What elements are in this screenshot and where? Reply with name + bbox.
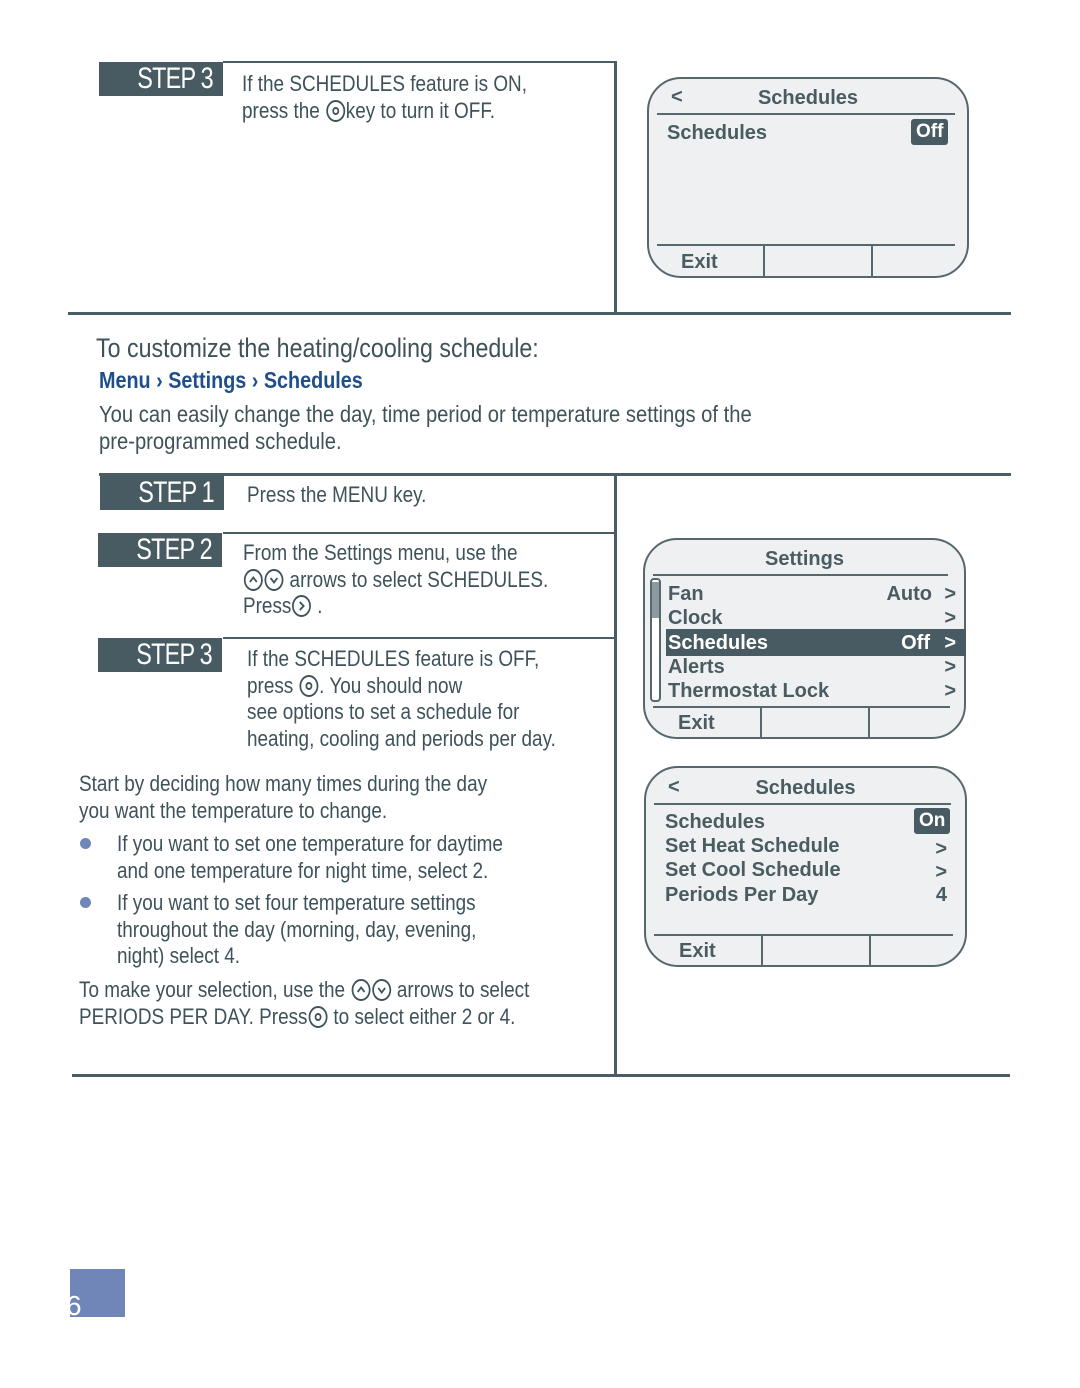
page-number: 6	[66, 1290, 82, 1321]
schedules-row[interactable]: Schedules	[665, 810, 765, 834]
schedules-off-badge[interactable]: Off	[911, 119, 949, 145]
fan-value: Auto	[886, 583, 932, 605]
chevron-right-icon: >	[944, 656, 956, 678]
schedules-row-label[interactable]: Schedules	[667, 121, 767, 145]
up-arrow-key-icon	[243, 568, 263, 591]
down-arrow-key-icon	[264, 568, 284, 591]
bullet-icon	[80, 838, 91, 849]
chevron-right-icon: >	[935, 861, 947, 883]
periods-per-day-value: 4	[935, 884, 947, 906]
softkey-separator	[869, 935, 871, 966]
settings-row-clock[interactable]: Clock	[668, 606, 722, 630]
step-3-text: If the SCHEDULES feature is OFF, press .…	[247, 646, 556, 751]
set-heat-schedule-row[interactable]: Set Heat Schedule	[665, 834, 840, 858]
select-key-icon	[308, 1005, 328, 1028]
softkey-exit[interactable]: Exit	[678, 711, 715, 735]
select-key-icon	[325, 99, 345, 122]
top-step3-text: If the SCHEDULES feature is ON, press th…	[242, 71, 527, 123]
down-arrow-key-icon	[371, 979, 391, 1001]
section-heading: To customize the heating/cooling schedul…	[96, 333, 539, 363]
softkey-exit[interactable]: Exit	[679, 939, 716, 963]
step-1-text: Press the MENU key.	[247, 482, 427, 507]
chevron-right-icon: >	[944, 607, 956, 629]
schedules-on-badge[interactable]: On	[914, 808, 951, 834]
softkey-divider	[657, 244, 955, 246]
softkey-separator	[761, 935, 763, 966]
screen-title: Schedules	[757, 87, 859, 109]
screen-divider	[657, 113, 955, 115]
bullet-1-text: If you want to set one temperature for d…	[117, 831, 503, 883]
step-3-badge-top: STEP 3	[99, 62, 223, 96]
breadcrumb-separator: ›	[251, 367, 259, 393]
step-1-badge: STEP 1	[100, 476, 224, 510]
screen-title: Schedules	[755, 777, 856, 799]
step-2-rule	[223, 532, 615, 534]
body-para-2: To make your selection, use the arrows t…	[79, 977, 530, 1029]
screen-title: Settings	[765, 548, 844, 570]
softkey-divider	[654, 934, 953, 936]
section-bottom-rule	[72, 1074, 1010, 1077]
softkey-separator	[763, 245, 765, 277]
step-2-badge: STEP 2	[98, 533, 222, 567]
select-key-icon	[299, 674, 319, 697]
step-2-text: From the Settings menu, use the arrows t…	[243, 540, 549, 618]
section-intro: You can easily change the day, time peri…	[99, 401, 752, 454]
chevron-right-icon: >	[944, 680, 956, 702]
settings-screen: Settings Fan Auto > Clock > Schedules Of…	[643, 538, 966, 739]
schedules-on-screen: < Schedules Schedules On Set Heat Schedu…	[644, 766, 967, 967]
periods-per-day-row[interactable]: Periods Per Day	[665, 883, 818, 907]
right-arrow-key-icon	[292, 595, 312, 617]
softkey-divider	[653, 706, 950, 708]
chevron-right-icon: >	[935, 838, 947, 860]
breadcrumb-schedules[interactable]: Schedules	[264, 367, 363, 393]
steps-divider	[614, 473, 617, 1076]
set-cool-schedule-row[interactable]: Set Cool Schedule	[665, 858, 841, 882]
chevron-right-icon: >	[944, 583, 956, 605]
breadcrumb: Menu › Settings › Schedules	[99, 367, 406, 394]
settings-row-thermostat-lock[interactable]: Thermostat Lock	[668, 679, 829, 703]
settings-row-alerts[interactable]: Alerts	[668, 655, 725, 679]
bullet-icon	[80, 897, 91, 908]
schedules-off-screen: < Schedules Schedules Off Exit	[647, 77, 969, 278]
breadcrumb-settings[interactable]: Settings	[168, 367, 246, 393]
softkey-separator	[868, 707, 870, 738]
top-divider	[614, 61, 617, 315]
settings-row-fan[interactable]: Fan	[668, 582, 704, 606]
breadcrumb-separator: ›	[156, 367, 163, 393]
settings-row-schedules[interactable]: Schedules	[668, 631, 768, 655]
section-top-rule	[68, 312, 1011, 315]
schedules-value: Off	[901, 632, 930, 654]
softkey-exit[interactable]: Exit	[681, 250, 718, 274]
top-box-border	[223, 61, 617, 63]
scrollbar[interactable]	[650, 578, 661, 702]
screen-divider	[653, 574, 948, 576]
bullet-2-text: If you want to set four temperature sett…	[117, 890, 477, 968]
step-3-rule	[223, 637, 615, 639]
up-arrow-key-icon	[351, 979, 371, 1001]
softkey-separator	[760, 707, 762, 738]
softkey-separator	[871, 245, 873, 277]
screen-divider	[654, 803, 951, 805]
scrollbar-thumb[interactable]	[652, 582, 659, 618]
chevron-right-icon: >	[944, 632, 956, 654]
body-para-1: Start by deciding how many times during …	[79, 771, 488, 823]
step-3-badge: STEP 3	[98, 638, 222, 672]
steps-top-rule	[99, 473, 1011, 476]
breadcrumb-menu[interactable]: Menu	[99, 367, 151, 393]
